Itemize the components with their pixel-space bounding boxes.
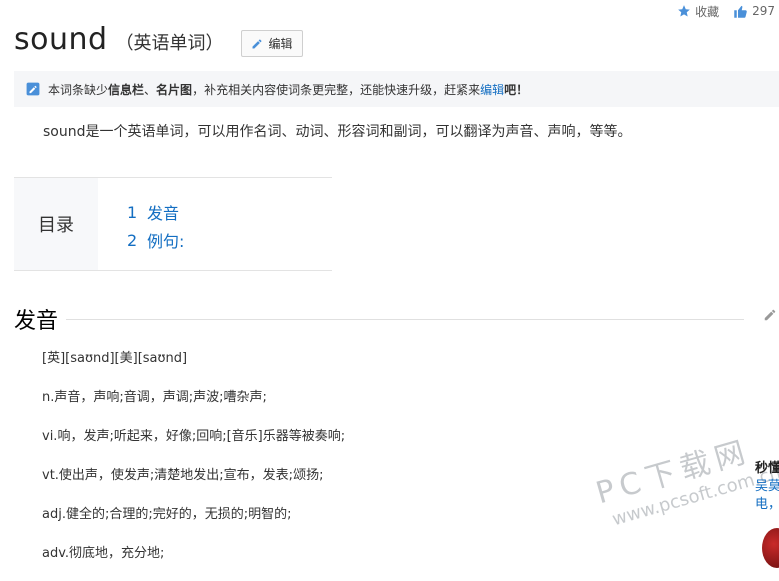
pencil-icon <box>252 39 262 48</box>
edit-label: 编辑 <box>268 37 293 51</box>
side-snippet-link[interactable]: 吴莫 <box>755 478 779 496</box>
definition-adverb: adv.彻底地，充分地; <box>42 546 165 561</box>
notice-edit-link[interactable]: 编辑 <box>480 81 504 98</box>
notice-middle: ，补充相关内容使词条更完整，还能快速升级，赶紧来 <box>192 82 481 97</box>
section-header: 发音 <box>14 303 744 335</box>
edit-button[interactable]: 编辑 <box>241 30 303 57</box>
notice-prefix: 本词条缺少 <box>48 82 109 97</box>
notice-item-infobox: 信息栏 <box>108 82 145 97</box>
notice-sep: 、 <box>144 82 157 97</box>
star-icon <box>678 5 690 17</box>
definition-intransitive-verb: vi.响，发声;听起来，好像;回响;[音乐]乐器等被奏响; <box>42 429 346 444</box>
definition-noun: n.声音，声响;音调，声调;声波;嘈杂声; <box>42 390 267 405</box>
page-subtitle: （英语单词） <box>115 33 224 54</box>
phonetic-line: [英][saʊnd][美][saʊnd] <box>42 351 188 366</box>
toc-label: 目录 <box>14 178 98 270</box>
side-snippet-link[interactable]: 电， <box>755 496 779 514</box>
toc-item-number: 1 <box>127 202 138 222</box>
section-title: 发音 <box>14 309 59 334</box>
thumbs-up-icon <box>734 5 747 18</box>
toc-item-label: 发音 <box>147 204 180 223</box>
side-snippet-title: 秒懂 <box>755 461 779 476</box>
side-panel-snippet: 秒懂 吴莫 电， <box>755 460 779 514</box>
incomplete-entry-notice: 本词条缺少 信息栏、名片图 ，补充相关内容使词条更完整，还能快速升级，赶紧来 编辑 吧！ <box>14 71 779 107</box>
favorite-label: 收藏 <box>695 4 720 19</box>
section-divider <box>66 318 744 320</box>
site-watermark: PC下载网 www.pcsoft.com.cn <box>590 420 779 533</box>
definition-adjective: adj.健全的;合理的;完好的，无损的;明智的; <box>42 507 292 522</box>
toc-item-number: 2 <box>127 230 138 250</box>
like-count: 297 <box>752 4 775 18</box>
page-title: sound <box>14 22 108 57</box>
side-thumbnail[interactable] <box>762 528 779 568</box>
notice-suffix: 吧！ <box>504 82 529 97</box>
toc-item-label: 例句: <box>147 232 185 251</box>
section-edit-icon[interactable] <box>763 308 777 322</box>
table-of-contents: 目录 1 发音 2 例句: <box>14 177 332 271</box>
entry-summary: sound是一个英语单词，可以用作名词、动词、形容词和副词，可以翻译为声音、声响… <box>43 124 632 140</box>
toc-item-pronunciation[interactable]: 1 发音 <box>127 198 184 226</box>
definition-list: [英][saʊnd][美][saʊnd] n.声音，声响;音调，声调;声波;嘈杂… <box>42 347 345 581</box>
entry-title-row: sound （英语单词） <box>14 22 224 57</box>
toc-list: 1 发音 2 例句: <box>127 198 184 254</box>
favorite-button[interactable]: 收藏 <box>677 3 719 20</box>
top-action-bar: 收藏 297 <box>677 0 779 22</box>
notice-item-card-image: 名片图 <box>156 82 193 97</box>
like-button[interactable]: 297 <box>733 4 775 19</box>
edit-note-icon <box>26 82 40 96</box>
toc-item-examples[interactable]: 2 例句: <box>127 226 184 254</box>
definition-transitive-verb: vt.使出声，使发声;清楚地发出;宣布，发表;颂扬; <box>42 468 324 483</box>
